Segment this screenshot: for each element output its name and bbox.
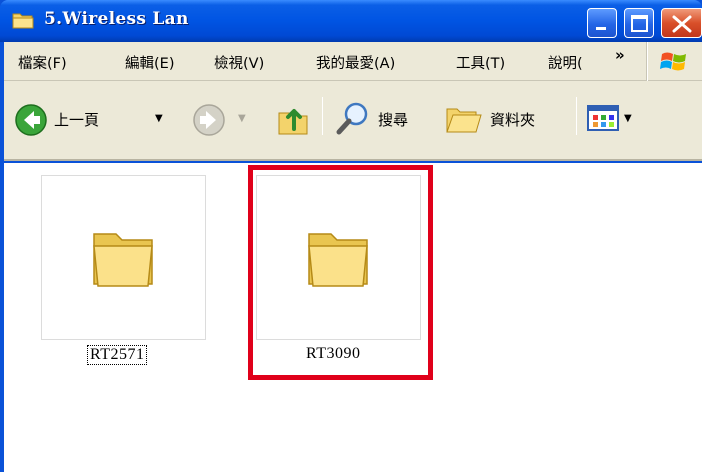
folders-button[interactable]: 資料夾 [444,101,574,137]
close-button[interactable] [661,8,702,38]
minimize-icon [596,27,606,30]
red-highlight-box [248,165,433,380]
title-bar[interactable]: 5.Wireless Lan [0,0,702,42]
back-arrow-icon [15,104,47,136]
forward-arrow-icon [193,104,225,136]
views-button[interactable]: ▼ [586,103,644,137]
menu-tools[interactable]: 工具(T) [456,52,505,73]
windows-logo-icon [660,52,686,71]
menu-overflow-chevron[interactable]: » [615,46,625,64]
folder-icon [93,233,153,287]
menu-edit[interactable]: 編輯(E) [125,52,174,73]
menu-view[interactable]: 檢視(V) [214,52,264,73]
maximize-button[interactable] [624,8,654,38]
back-label: 上一頁 [54,111,100,129]
window-title: 5.Wireless Lan [44,9,189,29]
menu-help[interactable]: 說明( [548,52,583,73]
views-icon [587,105,619,131]
folder-icon [12,13,34,29]
back-dropdown-icon[interactable]: ▼ [155,113,163,124]
folders-icon [446,108,482,133]
up-folder-icon[interactable] [276,101,312,137]
forward-button[interactable]: ▼ [192,103,252,137]
views-dropdown-icon[interactable]: ▼ [624,113,632,124]
file-view[interactable]: RT2571 RT3090 [4,163,702,472]
folder-name-rt2571[interactable]: RT2571 [87,345,148,365]
search-icon [336,102,368,135]
minimize-button[interactable] [587,8,617,38]
toolbar: 上一頁 ▼ ▼ 搜尋 資料夾 ▼ [4,81,702,161]
maximize-icon [631,15,648,32]
menu-bar: 檔案(F) 編輯(E) 檢視(V) 我的最愛(A) 工具(T) 說明( » [4,42,702,81]
menu-divider [646,42,648,81]
menu-favorites[interactable]: 我的最愛(A) [316,52,395,73]
forward-dropdown-icon: ▼ [238,113,246,124]
toolbar-divider [576,97,577,135]
folder-item-rt2571[interactable] [41,175,206,340]
search-button[interactable]: 搜尋 [334,101,434,137]
close-icon [672,15,692,33]
explorer-window: 5.Wireless Lan 檔案(F) 編輯(E) 檢視(V) 我的最愛(A)… [0,0,702,472]
folders-label: 資料夾 [490,111,536,129]
back-button[interactable]: 上一頁 ▼ [10,101,165,139]
search-label: 搜尋 [378,111,409,129]
toolbar-divider [322,97,323,135]
menu-file[interactable]: 檔案(F) [18,52,67,73]
